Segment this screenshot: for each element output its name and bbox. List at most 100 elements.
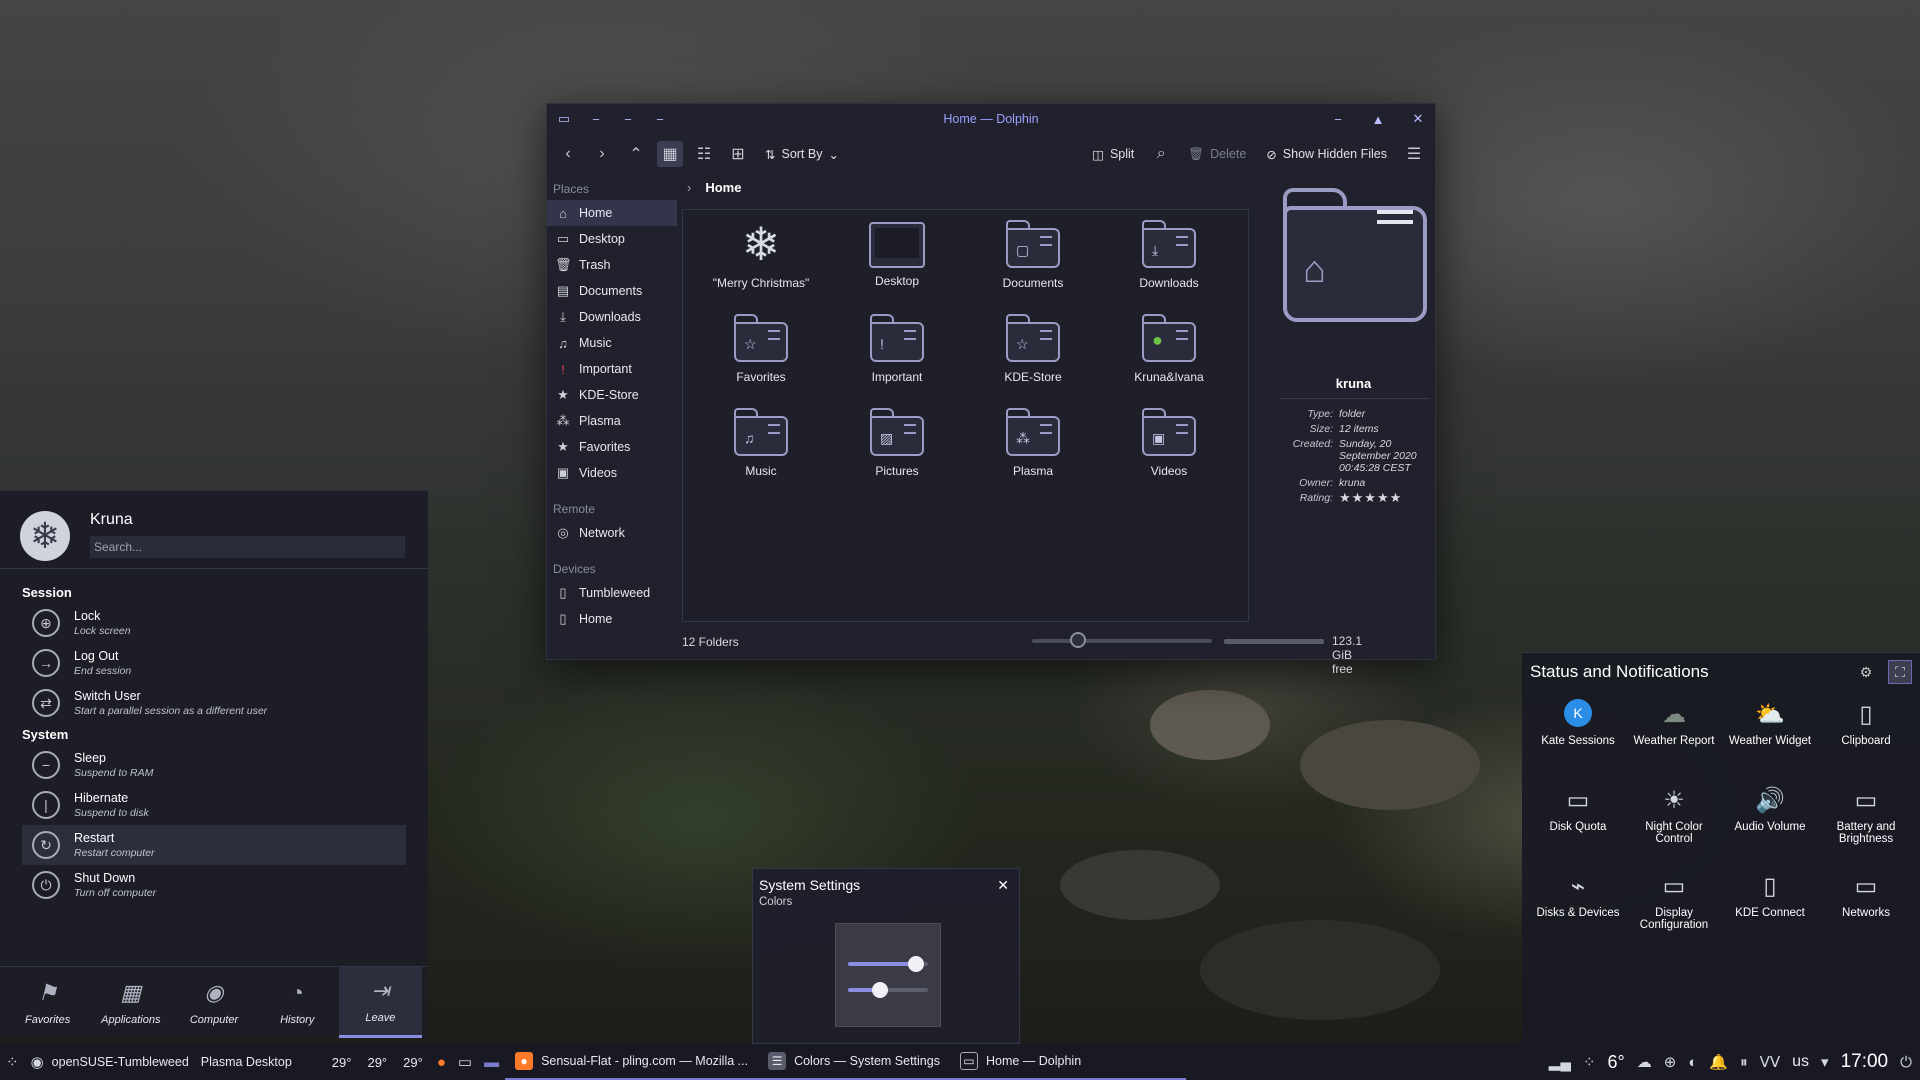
tab-favorites[interactable]: ⚑ Favorites	[6, 967, 89, 1038]
pager[interactable]: ▬	[478, 1044, 505, 1080]
titlebar-button[interactable]: −	[587, 110, 605, 128]
file-item[interactable]: ☆ Favorites	[693, 312, 829, 406]
place-home[interactable]: ⌂ Home	[547, 200, 677, 226]
grid-icon[interactable]: ⁘	[1583, 1053, 1596, 1071]
avatar[interactable]: ❄	[20, 511, 70, 561]
back-icon[interactable]: ‹	[555, 141, 581, 167]
slider-handle[interactable]	[872, 982, 888, 998]
tab-computer[interactable]: ◉ Computer	[172, 967, 255, 1038]
app-launcher-button[interactable]: ⁘	[0, 1044, 25, 1080]
lock-action[interactable]: ⊕ Lock Lock screen	[22, 603, 406, 643]
tray-weather-report[interactable]: ☁ Weather Report	[1626, 693, 1722, 779]
titlebar-button[interactable]: −	[619, 110, 637, 128]
zoom-slider-handle[interactable]	[1070, 632, 1086, 648]
rating-stars[interactable]: ★★★★★	[1339, 491, 1431, 504]
delete-button[interactable]: 🗑 Delete	[1182, 147, 1252, 162]
search-icon[interactable]: ⌕	[1148, 141, 1174, 167]
file-item[interactable]: ⁂ Plasma	[965, 406, 1101, 500]
tray-kde-connect[interactable]: ▯ KDE Connect	[1722, 865, 1818, 951]
device-tumbleweed[interactable]: ▯ Tumbleweed	[547, 580, 677, 606]
task-dolphin[interactable]: ▭ Home — Dolphin	[949, 1044, 1186, 1080]
chevron-right-icon[interactable]: ›	[687, 180, 691, 195]
place-downloads[interactable]: ⤓ Downloads	[547, 304, 677, 330]
tray-disk-quota[interactable]: ▭ Disk Quota	[1530, 779, 1626, 865]
file-item[interactable]: ▣ Videos	[1101, 406, 1237, 500]
search-input[interactable]	[90, 536, 405, 558]
sleep-action[interactable]: − Sleep Suspend to RAM	[22, 745, 406, 785]
tray-audio-volume[interactable]: 🔊 Audio Volume	[1722, 779, 1818, 865]
shutdown-action[interactable]: ⏻ Shut Down Turn off computer	[22, 865, 406, 905]
sort-by-button[interactable]: ⇅ Sort By ⌄	[759, 147, 845, 162]
close-button[interactable]: ✕	[1409, 110, 1427, 128]
tab-leave[interactable]: ⇥ Leave	[338, 967, 423, 1038]
update-icon[interactable]: ⊕	[1664, 1053, 1677, 1071]
file-item[interactable]: ● Kruna&Ivana	[1101, 312, 1237, 406]
place-kde-store[interactable]: ★ KDE-Store	[547, 382, 677, 408]
firefox-launcher[interactable]: ●	[431, 1044, 452, 1080]
tray-networks[interactable]: ▭ Networks	[1818, 865, 1914, 951]
file-item[interactable]: Desktop	[829, 218, 965, 312]
desktop-widget[interactable]: Plasma Desktop	[195, 1044, 298, 1080]
file-view[interactable]: ❄ "Merry Christmas" Desktop ▢ Documents …	[682, 209, 1249, 622]
tray-weather-widget[interactable]: ⛅ Weather Widget	[1722, 693, 1818, 779]
power-icon[interactable]: ⏻	[1900, 1054, 1912, 1071]
file-item[interactable]: ▨ Pictures	[829, 406, 965, 500]
switch-user-action[interactable]: ⇄ Switch User Start a parallel session as…	[22, 683, 406, 723]
up-icon[interactable]: ⌃	[623, 141, 649, 167]
place-trash[interactable]: 🗑 Trash	[547, 252, 677, 278]
minimize-button[interactable]: −	[1329, 110, 1347, 128]
os-widget[interactable]: ◉ openSUSE-Tumbleweed	[25, 1044, 195, 1080]
window-menu-icon[interactable]: ▭	[555, 110, 573, 128]
titlebar-button[interactable]: −	[651, 110, 669, 128]
place-documents[interactable]: ▤ Documents	[547, 278, 677, 304]
details-view-icon[interactable]: ⊞	[725, 141, 751, 167]
place-desktop[interactable]: ▭ Desktop	[547, 226, 677, 252]
files-launcher[interactable]: ▭	[452, 1044, 478, 1080]
file-item[interactable]: ☆ KDE-Store	[965, 312, 1101, 406]
place-network[interactable]: ◎ Network	[547, 520, 677, 546]
file-item[interactable]: ▢ Documents	[965, 218, 1101, 312]
tray-battery-brightness[interactable]: ▭ Battery and Brightness	[1818, 779, 1914, 865]
hibernate-action[interactable]: | Hibernate Suspend to disk	[22, 785, 406, 825]
keyboard-layout[interactable]: us	[1792, 1053, 1809, 1071]
clock[interactable]: 17:00	[1841, 1051, 1889, 1073]
tray-night-color[interactable]: ☀ Night Color Control	[1626, 779, 1722, 865]
weather-icon[interactable]: ☁	[1637, 1053, 1652, 1071]
pin-icon[interactable]: ⛶	[1888, 660, 1912, 684]
slider-handle[interactable]	[908, 956, 924, 972]
configure-icon[interactable]: ⚙	[1854, 660, 1878, 684]
place-important[interactable]: ! Important	[547, 356, 677, 382]
breadcrumb-home[interactable]: Home	[705, 180, 741, 195]
show-hidden-files-button[interactable]: ⊘ Show Hidden Files	[1260, 147, 1393, 162]
tab-applications[interactable]: ▦ Applications	[89, 967, 172, 1038]
place-plasma[interactable]: ⁂ Plasma	[547, 408, 677, 434]
place-favorites[interactable]: ★ Favorites	[547, 434, 677, 460]
volume-icon[interactable]: ᐯᐯ	[1760, 1053, 1781, 1071]
zoom-slider[interactable]	[1032, 632, 1212, 648]
weather-temp[interactable]: 6°	[1608, 1052, 1625, 1073]
icons-view-icon[interactable]: ▦	[657, 141, 683, 167]
file-item[interactable]: ♫ Music	[693, 406, 829, 500]
file-item[interactable]: ! Important	[829, 312, 965, 406]
file-item[interactable]: ❄ "Merry Christmas"	[693, 218, 829, 312]
device-home[interactable]: ▯ Home	[547, 606, 677, 632]
task-firefox[interactable]: ● Sensual-Flat - pling.com — Mozilla ...	[505, 1044, 759, 1080]
place-music[interactable]: ♫ Music	[547, 330, 677, 356]
task-system-settings[interactable]: ☰ Colors — System Settings	[758, 1044, 950, 1080]
split-button[interactable]: ◫ Split	[1086, 147, 1140, 162]
tray-kate-sessions[interactable]: K Kate Sessions	[1530, 693, 1626, 779]
hamburger-menu-icon[interactable]: ☰	[1401, 141, 1427, 167]
tray-clipboard[interactable]: ▯ Clipboard	[1818, 693, 1914, 779]
bell-icon[interactable]: 🔔	[1709, 1053, 1728, 1071]
file-item[interactable]: ⤓ Downloads	[1101, 218, 1237, 312]
tray-disks-devices[interactable]: ⌁ Disks & Devices	[1530, 865, 1626, 951]
tray-expand-icon[interactable]: ▾	[1821, 1053, 1829, 1071]
logout-action[interactable]: → Log Out End session	[22, 643, 406, 683]
forward-icon[interactable]: ›	[589, 141, 615, 167]
tray-display-config[interactable]: ▭ Display Configuration	[1626, 865, 1722, 951]
pause-icon[interactable]: ⏸	[1740, 1054, 1748, 1071]
restart-action[interactable]: ↻ Restart Restart computer	[22, 825, 406, 865]
slider-1[interactable]	[848, 956, 928, 972]
close-icon[interactable]: ✕	[997, 877, 1009, 894]
place-videos[interactable]: ▣ Videos	[547, 460, 677, 486]
